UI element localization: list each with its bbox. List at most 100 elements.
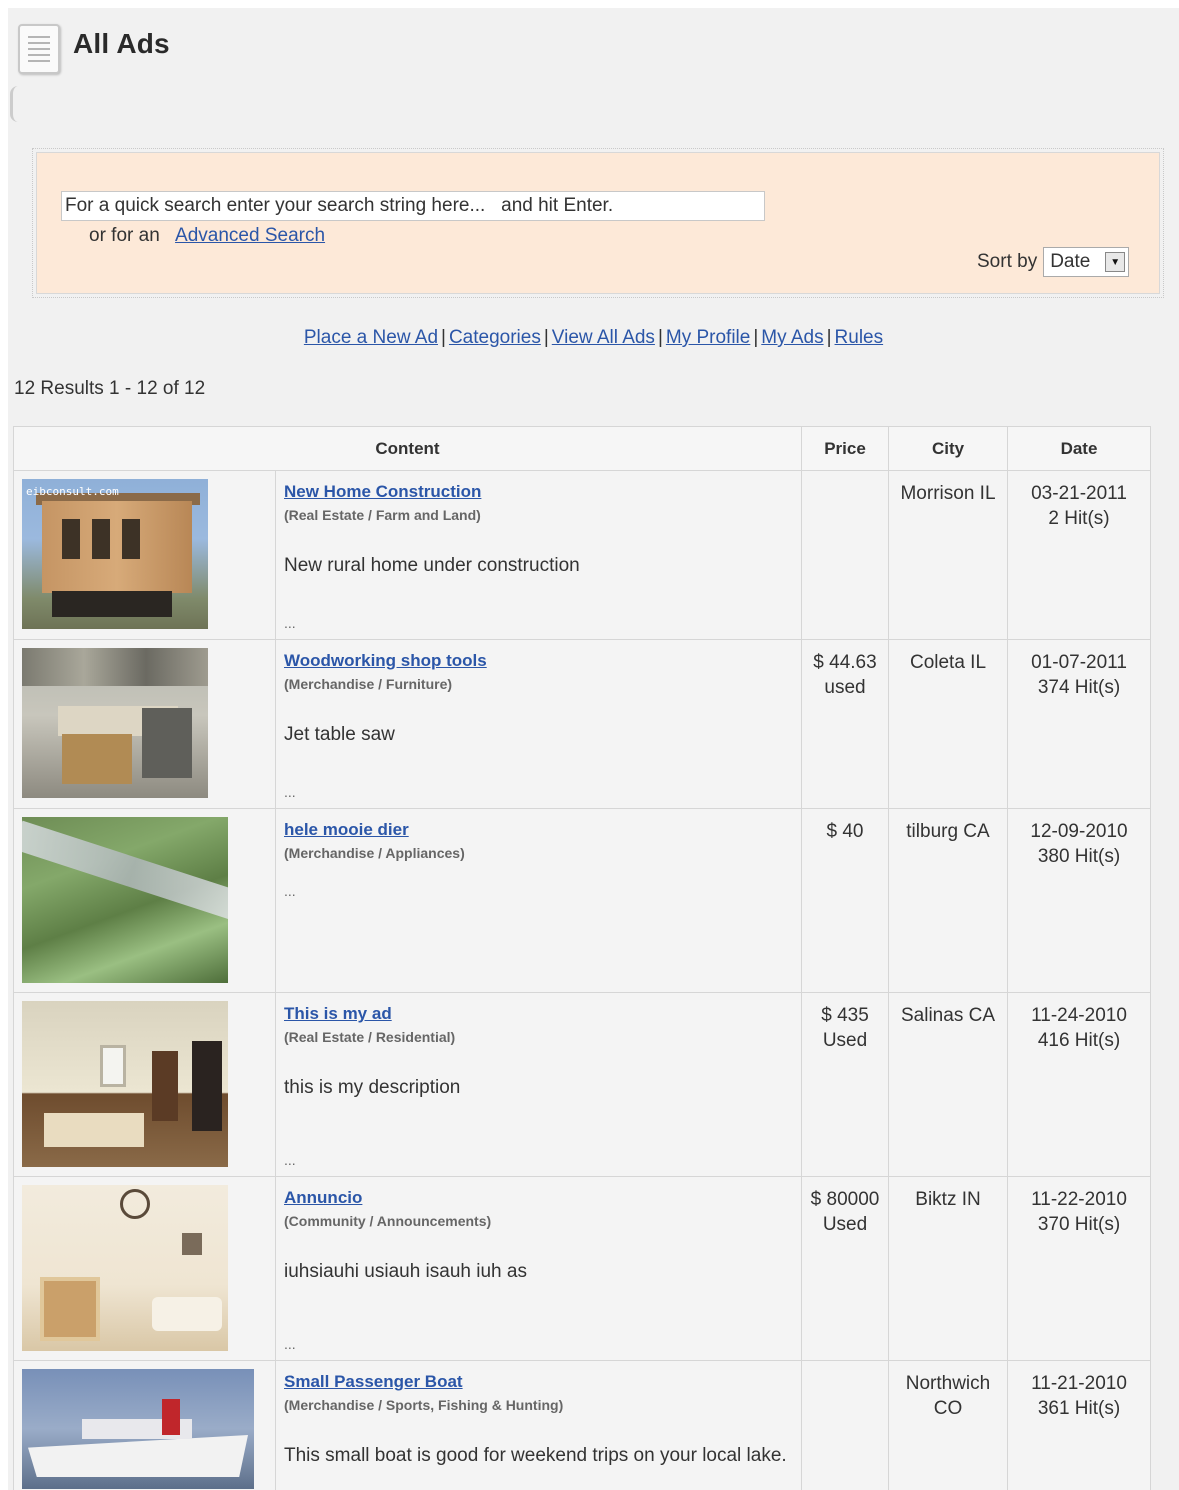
chevron-down-icon[interactable]: ▼ <box>1105 252 1126 272</box>
hit-count: 2 Hit(s) <box>1048 508 1110 529</box>
content-cell: Woodworking shop tools (Merchandise / Fu… <box>275 639 802 809</box>
date-value: 11-21-2010 <box>1031 1373 1127 1394</box>
advanced-search-link[interactable]: Advanced Search <box>175 225 325 246</box>
table-row: Woodworking shop tools (Merchandise / Fu… <box>13 639 1151 809</box>
date-cell: 01-07-2011 374 Hit(s) <box>1007 639 1151 809</box>
thumbnail-cell <box>13 639 276 809</box>
price-value: $ 80000 <box>810 1189 880 1210</box>
city-value: Morrison IL <box>900 483 996 504</box>
hit-count: 416 Hit(s) <box>1037 1030 1121 1051</box>
ad-description: this is my description <box>284 1077 461 1098</box>
table-row: This is my ad (Real Estate / Residential… <box>13 992 1151 1177</box>
document-list-icon <box>18 24 60 74</box>
thumbnail-cell <box>13 1360 276 1490</box>
hit-count: 380 Hit(s) <box>1037 846 1121 867</box>
city-state: CO <box>933 1398 963 1419</box>
image-watermark: eibconsult.com <box>26 485 119 498</box>
city-value: Salinas CA <box>901 1005 995 1026</box>
ad-thumbnail[interactable]: eibconsult.com <box>22 479 208 629</box>
nav-separator: | <box>441 327 446 348</box>
table-row: Annuncio (Community / Announcements) iuh… <box>13 1176 1151 1361</box>
ad-more: ... <box>284 615 296 631</box>
table-row: Small Passenger Boat (Merchandise / Spor… <box>13 1360 1151 1490</box>
results-summary: 12 Results 1 - 12 of 12 <box>14 378 206 399</box>
nav-view-all-ads[interactable]: View All Ads <box>552 327 655 348</box>
nav-rules[interactable]: Rules <box>835 327 884 348</box>
price-cell <box>801 1360 889 1490</box>
price-value: $ 44.63 <box>813 652 877 673</box>
nav-categories[interactable]: Categories <box>449 327 541 348</box>
price-condition: Used <box>822 1030 868 1051</box>
content-cell: This is my ad (Real Estate / Residential… <box>275 992 802 1177</box>
price-cell: $ 435 Used <box>801 992 889 1177</box>
table-row: eibconsult.com New Home Construction (Re… <box>13 470 1151 640</box>
ad-description: Jet table saw <box>284 724 395 745</box>
ad-thumbnail[interactable] <box>22 1185 228 1351</box>
date-cell: 12-09-2010 380 Hit(s) <box>1007 808 1151 993</box>
ad-thumbnail[interactable] <box>22 1001 228 1167</box>
edge-decoration <box>10 86 18 122</box>
sort-select[interactable]: Date ▼ <box>1043 247 1130 277</box>
content-cell: hele mooie dier (Merchandise / Appliance… <box>275 808 802 993</box>
ad-title-link[interactable]: New Home Construction <box>284 482 481 502</box>
ad-thumbnail[interactable] <box>22 817 228 983</box>
ad-more: ... <box>284 1336 296 1352</box>
nav-separator: | <box>826 327 832 348</box>
quick-search-input[interactable] <box>61 191 765 221</box>
ad-description: This small boat is good for weekend trip… <box>284 1445 787 1466</box>
hit-count: 370 Hit(s) <box>1037 1214 1121 1235</box>
sort-control: Sort by Date ▼ <box>977 247 1130 277</box>
nav-my-profile[interactable]: My Profile <box>666 327 750 348</box>
ads-table: Content Price City Date eibconsult.com N… <box>13 426 1151 1490</box>
city-value: Northwich <box>905 1373 991 1394</box>
ad-category: (Real Estate / Farm and Land) <box>284 507 481 523</box>
thumbnail-cell <box>13 992 276 1177</box>
date-cell: 11-22-2010 370 Hit(s) <box>1007 1176 1151 1361</box>
ad-category: (Merchandise / Furniture) <box>284 676 453 692</box>
city-cell: Salinas CA <box>888 992 1008 1177</box>
ad-more: ... <box>284 883 296 899</box>
nav-my-ads[interactable]: My Ads <box>761 327 823 348</box>
ad-thumbnail[interactable] <box>22 1369 254 1489</box>
nav-place-new-ad[interactable]: Place a New Ad <box>304 327 438 348</box>
header-city: City <box>888 426 1008 471</box>
price-value: $ 435 <box>821 1005 869 1026</box>
ad-description: iuhsiauhi usiauh isauh iuh as <box>284 1261 527 1282</box>
city-cell: Northwich CO <box>888 1360 1008 1490</box>
ad-title-link[interactable]: This is my ad <box>284 1004 392 1024</box>
city-value: tilburg CA <box>906 821 990 842</box>
ad-category: (Merchandise / Appliances) <box>284 845 465 861</box>
date-cell: 11-24-2010 416 Hit(s) <box>1007 992 1151 1177</box>
date-value: 03-21-2011 <box>1031 483 1127 504</box>
price-condition: used <box>824 677 866 698</box>
ad-thumbnail[interactable] <box>22 648 208 798</box>
price-condition: Used <box>822 1214 868 1235</box>
content-cell: Small Passenger Boat (Merchandise / Spor… <box>275 1360 802 1490</box>
ads-nav: Place a New Ad | Categories | View All Ads | M… <box>8 327 1179 349</box>
content-cell: New Home Construction (Real Estate / Far… <box>275 470 802 640</box>
ad-description: New rural home under construction <box>284 555 580 576</box>
advanced-search-prefix: or for an <box>89 225 160 246</box>
nav-separator: | <box>543 327 549 348</box>
ad-title-link[interactable]: Annuncio <box>284 1188 362 1208</box>
hit-count: 374 Hit(s) <box>1037 677 1121 698</box>
city-value: Coleta IL <box>909 652 987 673</box>
price-value: $ 40 <box>826 821 864 842</box>
page-container: All Ads or for an Advanced Search Sort b… <box>8 8 1179 1490</box>
thumbnail-cell: eibconsult.com <box>13 470 276 640</box>
city-value: Biktz IN <box>915 1189 981 1210</box>
content-cell: Annuncio (Community / Announcements) iuh… <box>275 1176 802 1361</box>
ad-title-link[interactable]: Small Passenger Boat <box>284 1372 463 1392</box>
date-value: 11-22-2010 <box>1031 1189 1127 1210</box>
ad-title-link[interactable]: Woodworking shop tools <box>284 651 487 671</box>
city-cell: Morrison IL <box>888 470 1008 640</box>
date-cell: 03-21-2011 2 Hit(s) <box>1007 470 1151 640</box>
price-cell <box>801 470 889 640</box>
city-cell: Coleta IL <box>888 639 1008 809</box>
header-content: Content <box>13 426 802 471</box>
table-header-row: Content Price City Date <box>13 426 1151 471</box>
search-panel: or for an Advanced Search Sort by Date ▼ <box>32 148 1164 298</box>
price-cell: $ 80000 Used <box>801 1176 889 1361</box>
ad-title-link[interactable]: hele mooie dier <box>284 820 409 840</box>
ad-category: (Merchandise / Sports, Fishing & Hunting… <box>284 1397 564 1413</box>
